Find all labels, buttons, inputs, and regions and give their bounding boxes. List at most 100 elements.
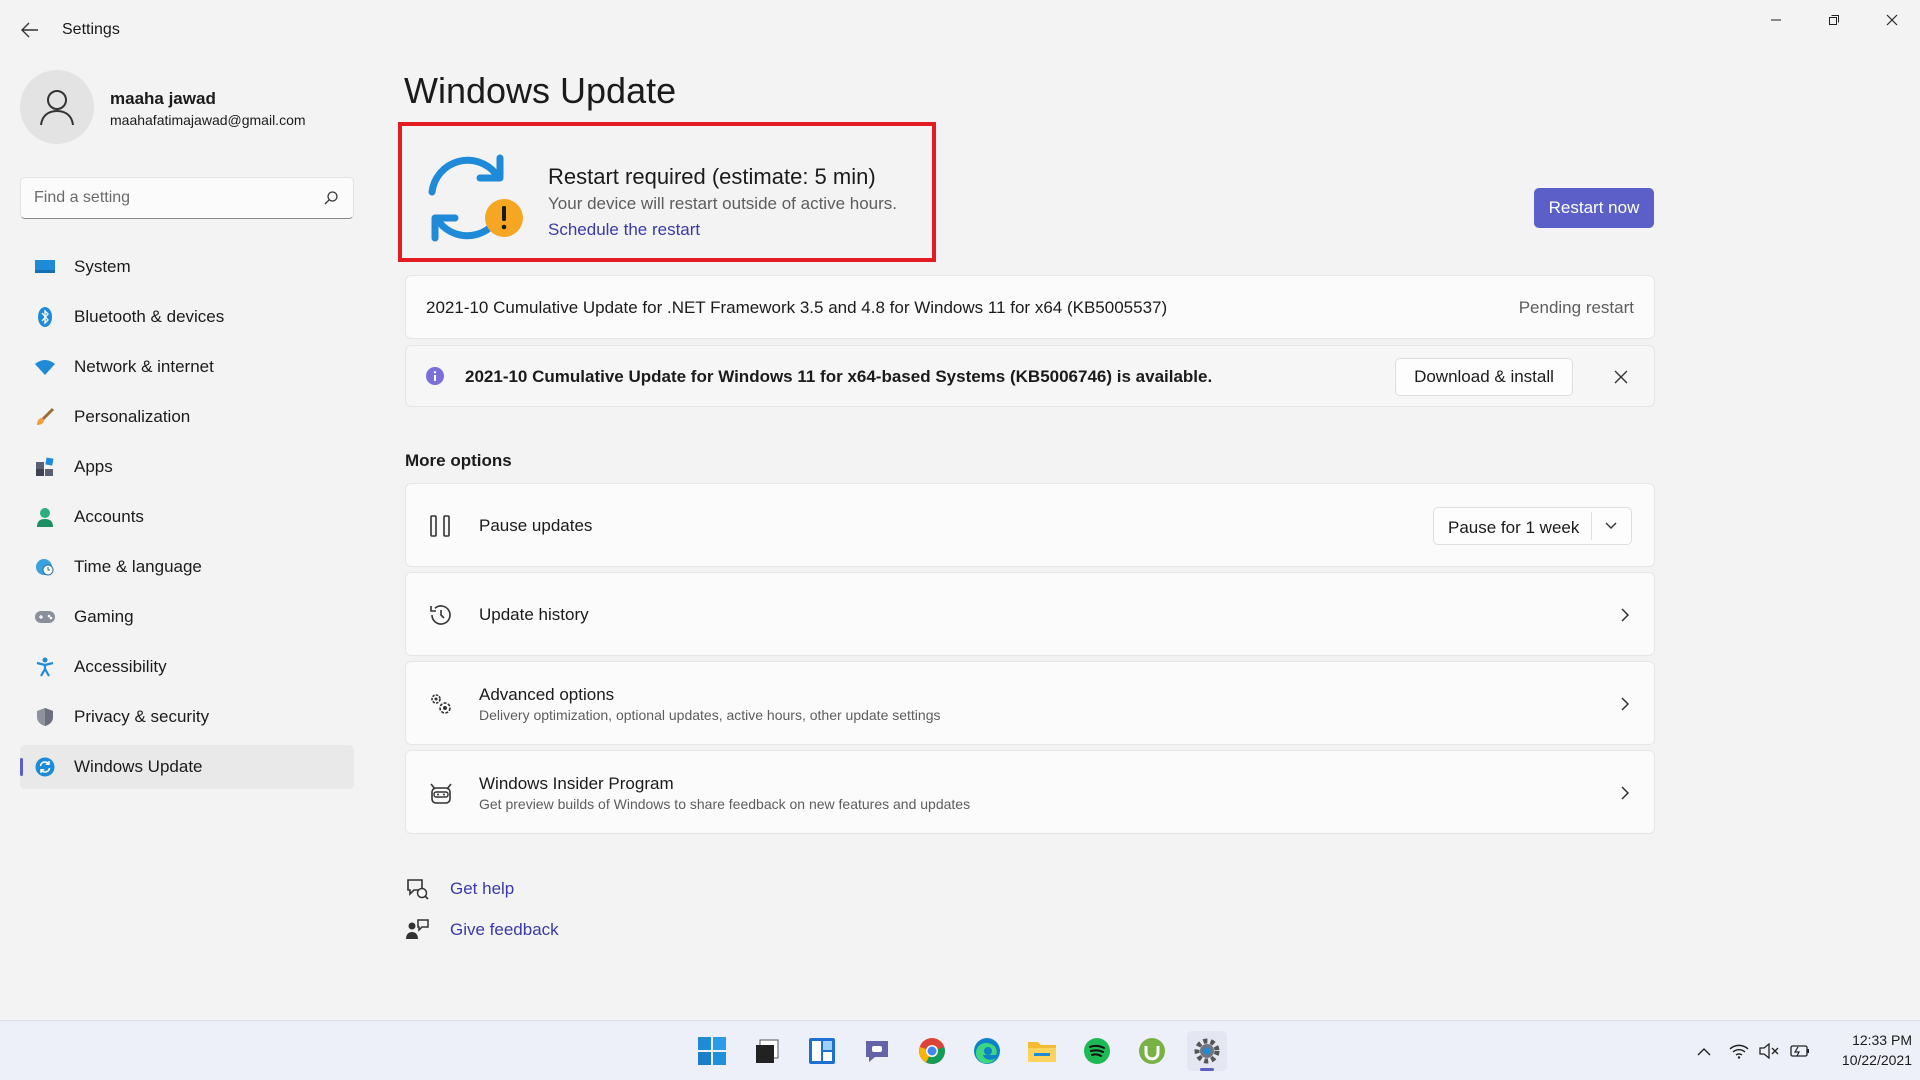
select-divider [1591,512,1592,540]
give-feedback-link[interactable]: Give feedback [405,918,559,942]
update-status-panel: Restart required (estimate: 5 min) Your … [398,122,936,262]
restart-now-button[interactable]: Restart now [1534,188,1654,228]
feedback-icon [406,919,429,939]
close-icon [1614,370,1628,384]
option-title: Pause updates [479,516,593,535]
volume-tray-button[interactable] [1758,1040,1780,1062]
gears-icon [431,694,451,714]
sidebar-item-network[interactable]: Network & internet [20,345,354,389]
taskbar-clock[interactable]: 12:33 PM 10/22/2021 [1822,1030,1912,1070]
taskbar [0,1020,1920,1080]
search-input[interactable] [21,178,311,218]
sidebar-item-label: Time & language [74,557,202,576]
sidebar-item-system[interactable]: System [20,245,354,289]
shield-icon [35,707,55,727]
sidebar-item-apps[interactable]: Apps [20,445,354,489]
profile-name: maaha jawad [110,89,216,108]
restore-icon [1829,15,1839,25]
update-icon [35,757,55,777]
chevron-right-icon [1621,608,1630,622]
sidebar-item-label: Windows Update [74,757,203,776]
status-subtitle: Your device will restart outside of acti… [548,194,897,213]
chrome-button[interactable] [912,1031,952,1071]
task-view-icon [756,1039,779,1063]
sidebar-item-label: Bluetooth & devices [74,307,225,326]
option-update-history[interactable]: Update history [405,572,1655,656]
sidebar-item-gaming[interactable]: Gaming [20,595,354,639]
network-tray-button[interactable] [1728,1040,1750,1062]
accessibility-icon [35,657,55,677]
system-icon [35,257,55,277]
show-hidden-icons-button[interactable] [1693,1040,1715,1062]
sync-warning-icon [428,154,523,242]
widgets-button[interactable] [802,1031,842,1071]
gear-icon [1194,1038,1220,1064]
sidebar-item-windows-update[interactable]: Windows Update [20,745,354,789]
pause-duration-select[interactable]: Pause for 1 week [1433,507,1632,545]
arrow-left-icon [21,22,38,38]
gamepad-icon [35,607,55,627]
volume-mute-icon [1759,1043,1779,1059]
sidebar-item-label: Network & internet [74,357,214,376]
settings-button[interactable] [1187,1031,1227,1071]
download-install-button[interactable]: Download & install [1395,358,1573,396]
close-button[interactable] [1864,0,1920,40]
sidebar-item-label: Privacy & security [74,707,210,726]
file-explorer-button[interactable] [1022,1031,1062,1071]
restore-button[interactable] [1806,0,1862,40]
pause-icon [430,515,450,537]
option-pause-updates[interactable]: Pause updates Pause for 1 week [405,483,1655,567]
sidebar-item-bluetooth[interactable]: Bluetooth & devices [20,295,354,339]
windows-logo-icon [698,1037,726,1065]
back-button[interactable] [14,14,46,46]
sidebar-item-accounts[interactable]: Accounts [20,495,354,539]
brush-icon [35,407,55,427]
dismiss-button[interactable] [1606,362,1636,392]
teams-chat-button[interactable] [857,1031,897,1071]
sidebar-item-label: Gaming [74,607,134,626]
get-help-label: Get help [450,879,515,898]
option-title: Windows Insider Program [479,774,674,793]
sidebar-item-privacy-security[interactable]: Privacy & security [20,695,354,739]
sidebar-item-label: System [74,257,131,276]
option-windows-insider[interactable]: Windows Insider Program Get preview buil… [405,750,1655,834]
pause-duration-value: Pause for 1 week [1448,518,1580,537]
option-title: Advanced options [479,685,615,704]
wifi-icon [1729,1044,1749,1059]
update-title: 2021-10 Cumulative Update for .NET Frame… [426,298,1168,317]
update-status: Pending restart [1518,298,1634,317]
battery-tray-button[interactable] [1788,1040,1810,1062]
sidebar-item-accessibility[interactable]: Accessibility [20,645,354,689]
schedule-restart-link[interactable]: Schedule the restart [548,220,700,240]
search-box[interactable] [20,177,354,219]
sidebar-item-label: Accounts [74,507,144,526]
page-title: Windows Update [404,70,677,111]
status-title: Restart required (estimate: 5 min) [548,164,876,189]
accounts-icon [35,507,55,527]
search-icon [324,191,338,205]
close-icon [1886,14,1898,26]
clock-time: 12:33 PM [1852,1032,1912,1048]
more-options-heading: More options [405,451,512,470]
spotify-button[interactable] [1077,1031,1117,1071]
edge-icon [974,1038,1000,1064]
sidebar-item-time-language[interactable]: Time & language [20,545,354,589]
avatar[interactable] [20,70,94,144]
sidebar-item-label: Apps [74,457,113,476]
get-help-link[interactable]: Get help [405,877,514,901]
edge-button[interactable] [967,1031,1007,1071]
app-title: Settings [62,21,120,38]
minimize-button[interactable] [1748,0,1804,40]
task-view-button[interactable] [747,1031,787,1071]
option-advanced-options[interactable]: Advanced options Delivery optimization, … [405,661,1655,745]
profile-email: maahafatimajawad@gmail.com [110,112,306,128]
wifi-icon [35,357,55,377]
start-button[interactable] [692,1031,732,1071]
utorrent-button[interactable] [1132,1031,1172,1071]
sidebar-item-label: Personalization [74,407,191,426]
sidebar-item-personalization[interactable]: Personalization [20,395,354,439]
chevron-right-icon [1621,786,1630,800]
available-update-row: 2021-10 Cumulative Update for Windows 11… [405,345,1655,407]
chevron-right-icon [1621,697,1630,711]
globe-clock-icon [35,557,55,577]
